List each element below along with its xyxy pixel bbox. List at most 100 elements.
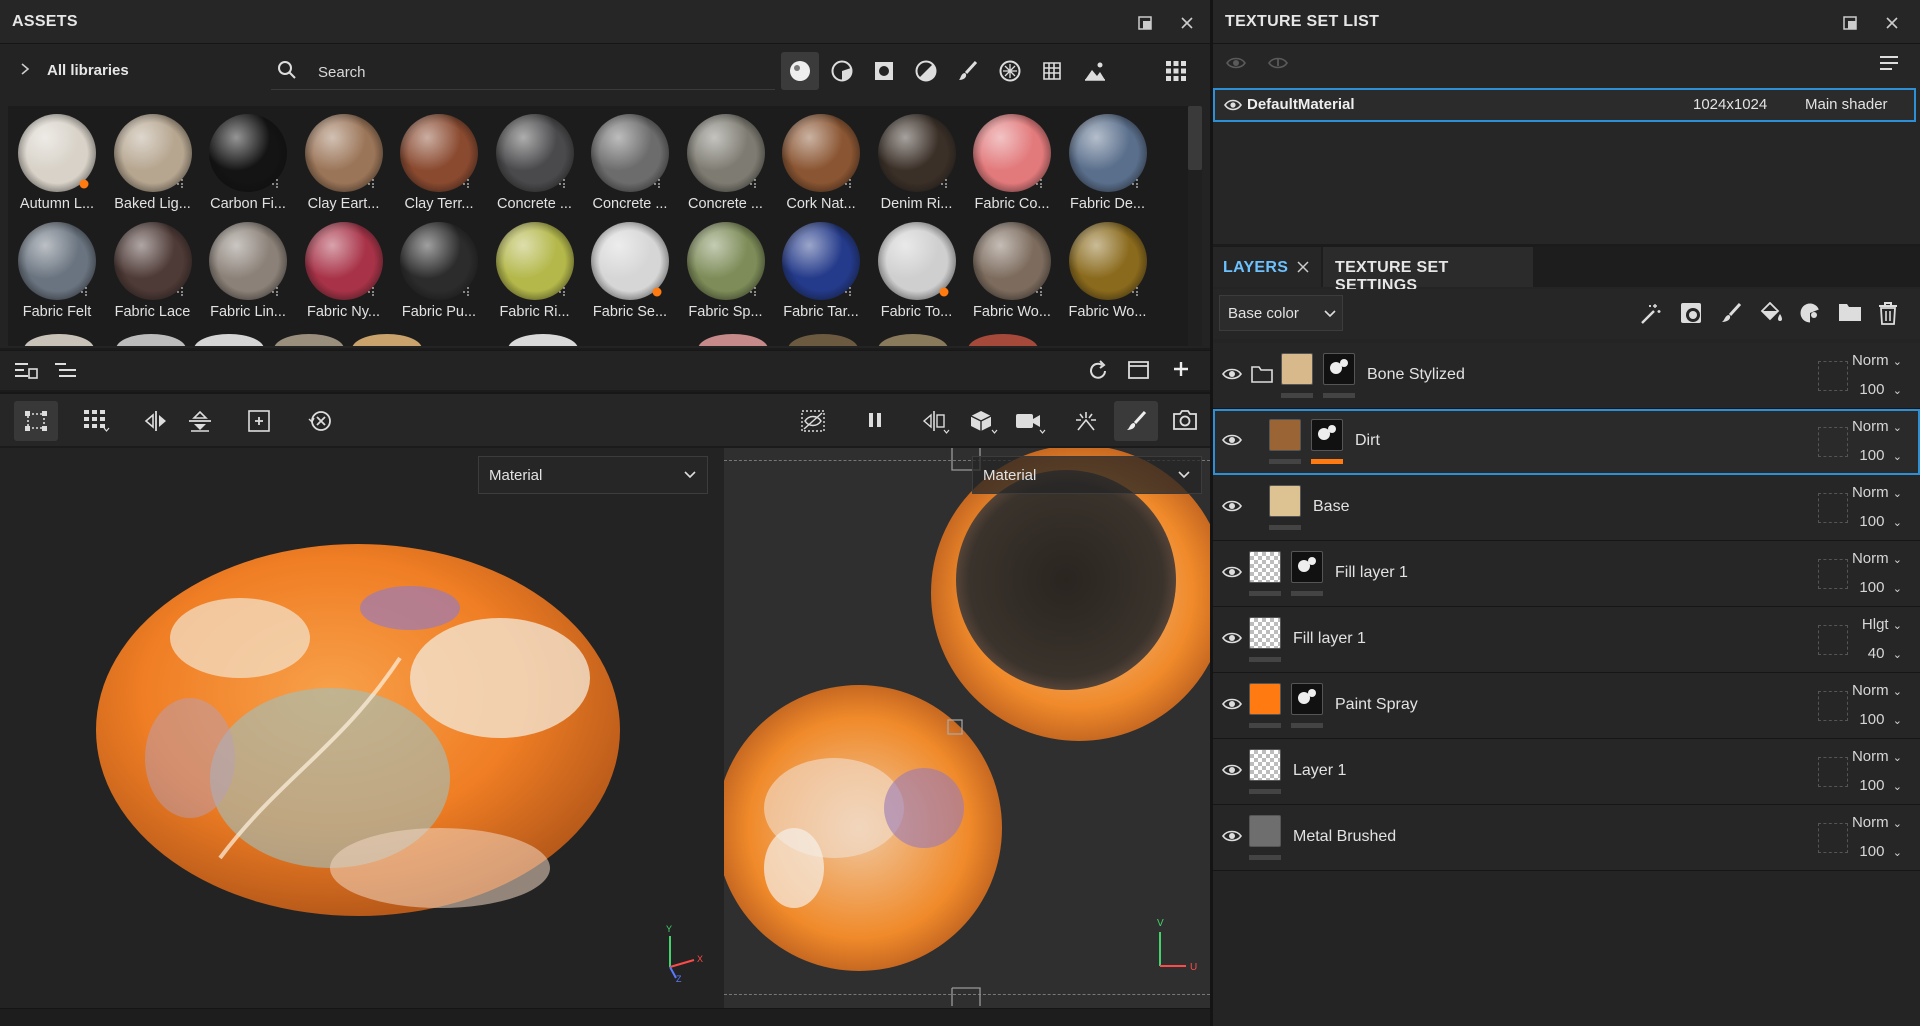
add-icon[interactable] xyxy=(1172,360,1190,378)
layer-row[interactable]: Fill layer 1 Norm ⌄ 100 ⌄ xyxy=(1213,541,1920,607)
layer-options-placeholder[interactable] xyxy=(1818,823,1848,853)
add-folder-icon[interactable] xyxy=(1838,302,1862,322)
blend-mode-select[interactable]: Norm ⌄ xyxy=(1852,484,1902,501)
layer-options-placeholder[interactable] xyxy=(1818,757,1848,787)
viewport-3d[interactable]: Material Y X Z xyxy=(0,448,724,1008)
opacity-field[interactable]: 100 ⌄ xyxy=(1859,777,1902,794)
asset-tile[interactable]: Fabric Sp... xyxy=(679,214,773,322)
blend-mode-select[interactable]: Norm ⌄ xyxy=(1852,352,1902,369)
layer-row[interactable]: Paint Spray Norm ⌄ 100 ⌄ xyxy=(1213,673,1920,739)
filter-masks-icon[interactable] xyxy=(873,60,895,82)
filter-brushes-icon[interactable] xyxy=(957,60,979,82)
eye-icon[interactable] xyxy=(1221,497,1245,515)
layer-options-placeholder[interactable] xyxy=(1818,427,1848,457)
close-icon[interactable] xyxy=(1297,261,1309,273)
eye-icon[interactable] xyxy=(1221,563,1245,581)
asset-tile[interactable]: Fabric To... xyxy=(870,214,964,322)
refresh-icon[interactable] xyxy=(1087,360,1109,382)
layer-row[interactable]: Fill layer 1 Hlgt ⌄ 40 ⌄ xyxy=(1213,607,1920,673)
add-paint-layer-icon[interactable] xyxy=(1720,302,1742,324)
asset-tile[interactable]: Fabric Lace xyxy=(106,214,200,322)
layer-row[interactable]: Layer 1 Norm ⌄ 100 ⌄ xyxy=(1213,739,1920,805)
layer-row[interactable]: Bone Stylized Norm ⌄ 100 ⌄ xyxy=(1213,343,1920,409)
scrollbar-thumb[interactable] xyxy=(1188,106,1202,170)
opacity-field[interactable]: 100 ⌄ xyxy=(1859,513,1902,530)
asset-tile[interactable]: Fabric De... xyxy=(1061,106,1155,214)
camera-icon[interactable] xyxy=(1015,410,1047,434)
mirror-x-icon[interactable] xyxy=(144,410,168,432)
selection-tool-button[interactable] xyxy=(14,401,58,441)
screenshot-icon[interactable] xyxy=(1172,408,1198,432)
asset-tile[interactable]: Concrete ... xyxy=(583,106,677,214)
hide-icon[interactable] xyxy=(801,410,825,432)
opacity-field[interactable]: 100 ⌄ xyxy=(1859,579,1902,596)
menu-icon[interactable] xyxy=(1879,54,1899,72)
viewport-2d-mode-select[interactable]: Material xyxy=(972,456,1202,494)
add-fill-layer-icon[interactable] xyxy=(1759,302,1783,324)
asset-tile[interactable]: Carbon Fi... xyxy=(201,106,295,214)
eye-icon[interactable] xyxy=(1221,431,1245,449)
chevron-right-icon[interactable] xyxy=(20,62,30,76)
folder-icon[interactable] xyxy=(1251,365,1273,383)
layer-row[interactable]: Dirt Norm ⌄ 100 ⌄ xyxy=(1213,409,1920,475)
search-field[interactable]: Search xyxy=(271,54,775,90)
viewport-2d[interactable]: Material V U xyxy=(724,448,1210,1008)
grid-view-icon[interactable] xyxy=(1165,60,1187,82)
viewport-3d-mode-select[interactable]: Material xyxy=(478,456,708,494)
folder-icon[interactable] xyxy=(1128,360,1150,380)
asset-tile[interactable]: Fabric Tar... xyxy=(774,214,868,322)
layer-options-placeholder[interactable] xyxy=(1818,559,1848,589)
layer-options-placeholder[interactable] xyxy=(1818,493,1848,523)
float-panel-icon[interactable] xyxy=(1839,12,1861,34)
opacity-field[interactable]: 100 ⌄ xyxy=(1859,711,1902,728)
asset-tile[interactable]: Clay Eart... xyxy=(297,106,391,214)
reset-view-icon[interactable] xyxy=(308,410,332,432)
asset-scrollbar[interactable] xyxy=(1188,106,1202,346)
filter-materials-button[interactable] xyxy=(781,52,819,90)
asset-tile[interactable]: Fabric Co... xyxy=(965,106,1059,214)
filter-environments-icon[interactable] xyxy=(1083,60,1107,82)
add-mask-icon[interactable] xyxy=(1679,301,1703,325)
channel-select[interactable]: Base color xyxy=(1219,295,1343,331)
asset-tile[interactable]: Fabric Pu... xyxy=(392,214,486,322)
eye-icon[interactable] xyxy=(1221,365,1245,383)
asset-tile[interactable]: Fabric Se... xyxy=(583,214,677,322)
asset-tile[interactable]: Concrete ... xyxy=(488,106,582,214)
layer-options-placeholder[interactable] xyxy=(1818,625,1848,655)
texture-set-item[interactable]: DefaultMaterial 1024x1024 Main shader xyxy=(1213,88,1916,122)
asset-tile[interactable]: Concrete ... xyxy=(679,106,773,214)
asset-tile[interactable]: Fabric Felt xyxy=(10,214,104,322)
layer-options-placeholder[interactable] xyxy=(1818,691,1848,721)
search-input[interactable]: Search xyxy=(318,64,366,81)
asset-tile[interactable]: Clay Terr... xyxy=(392,106,486,214)
layer-row[interactable]: Base Norm ⌄ 100 ⌄ xyxy=(1213,475,1920,541)
float-panel-icon[interactable] xyxy=(1134,12,1156,34)
all-libraries-label[interactable]: All libraries xyxy=(47,62,129,79)
add-smart-material-icon[interactable] xyxy=(1799,302,1823,324)
blend-mode-select[interactable]: Norm ⌄ xyxy=(1852,748,1902,765)
blend-mode-select[interactable]: Norm ⌄ xyxy=(1852,550,1902,567)
filter-generators-icon[interactable] xyxy=(915,60,937,82)
opacity-field[interactable]: 40 ⌄ xyxy=(1868,645,1902,662)
asset-tile[interactable]: Fabric Wo... xyxy=(1061,214,1155,322)
delete-icon[interactable] xyxy=(1877,301,1899,325)
asset-tile[interactable]: Autumn L... xyxy=(10,106,104,214)
blend-mode-select[interactable]: Norm ⌄ xyxy=(1852,418,1902,435)
tab-layers[interactable]: LAYERS xyxy=(1213,247,1321,287)
layer-options-placeholder[interactable] xyxy=(1818,361,1848,391)
list-view-icon[interactable] xyxy=(14,361,38,381)
eye-icon[interactable] xyxy=(1221,695,1245,713)
filter-smart-materials-icon[interactable] xyxy=(831,60,853,82)
asset-tile[interactable]: Fabric Lin... xyxy=(201,214,295,322)
asset-tile[interactable]: Fabric Ri... xyxy=(488,214,582,322)
paint-tool-button[interactable] xyxy=(1114,401,1158,441)
blend-mode-select[interactable]: Hlgt ⌄ xyxy=(1862,616,1902,633)
split-view-icon[interactable] xyxy=(922,410,950,434)
opacity-field[interactable]: 100 ⌄ xyxy=(1859,447,1902,464)
opacity-field[interactable]: 100 ⌄ xyxy=(1859,381,1902,398)
visibility-toggle-icon[interactable] xyxy=(1225,54,1247,72)
blend-mode-select[interactable]: Norm ⌄ xyxy=(1852,814,1902,831)
add-effect-icon[interactable] xyxy=(1640,303,1662,325)
eye-icon[interactable] xyxy=(1223,97,1243,113)
cube-icon[interactable] xyxy=(970,410,998,434)
